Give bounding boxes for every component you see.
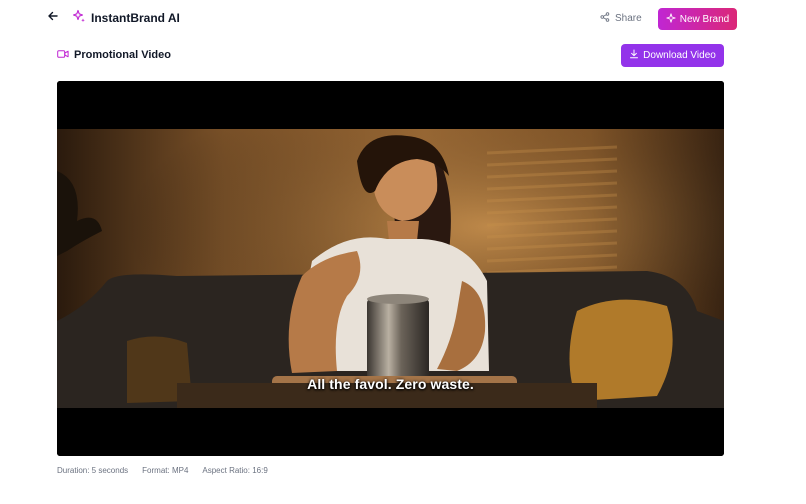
top-bar: InstantBrand AI Share New Brand: [0, 0, 806, 38]
sparkle-icon: [666, 12, 676, 26]
brand[interactable]: InstantBrand AI: [72, 9, 180, 27]
download-label: Download Video: [643, 50, 716, 61]
video-camera-icon: [57, 46, 69, 64]
download-video-button[interactable]: Download Video: [621, 44, 724, 67]
video-meta: Duration: 5 seconds Format: MP4 Aspect R…: [57, 466, 268, 475]
back-button[interactable]: [44, 9, 62, 27]
video-frame: [57, 81, 724, 456]
new-brand-button[interactable]: New Brand: [658, 8, 737, 30]
video-subtitle: All the favol. Zero waste.: [307, 376, 474, 392]
brand-name: InstantBrand AI: [91, 11, 180, 25]
video-player[interactable]: All the favol. Zero waste.: [57, 81, 724, 456]
section-header: Promotional Video: [57, 47, 171, 63]
new-brand-label: New Brand: [679, 13, 730, 25]
section-title: Promotional Video: [74, 49, 171, 61]
sparkles-icon: [72, 9, 86, 28]
format-text: Format: MP4: [142, 466, 189, 475]
download-icon: [629, 49, 639, 62]
arrow-left-icon: [47, 9, 59, 27]
share-icon: [600, 12, 610, 25]
aspect-ratio-text: Aspect Ratio: 16:9: [202, 466, 268, 475]
share-label: Share: [615, 13, 642, 24]
share-button[interactable]: Share: [600, 10, 642, 27]
duration-text: Duration: 5 seconds: [57, 466, 129, 475]
